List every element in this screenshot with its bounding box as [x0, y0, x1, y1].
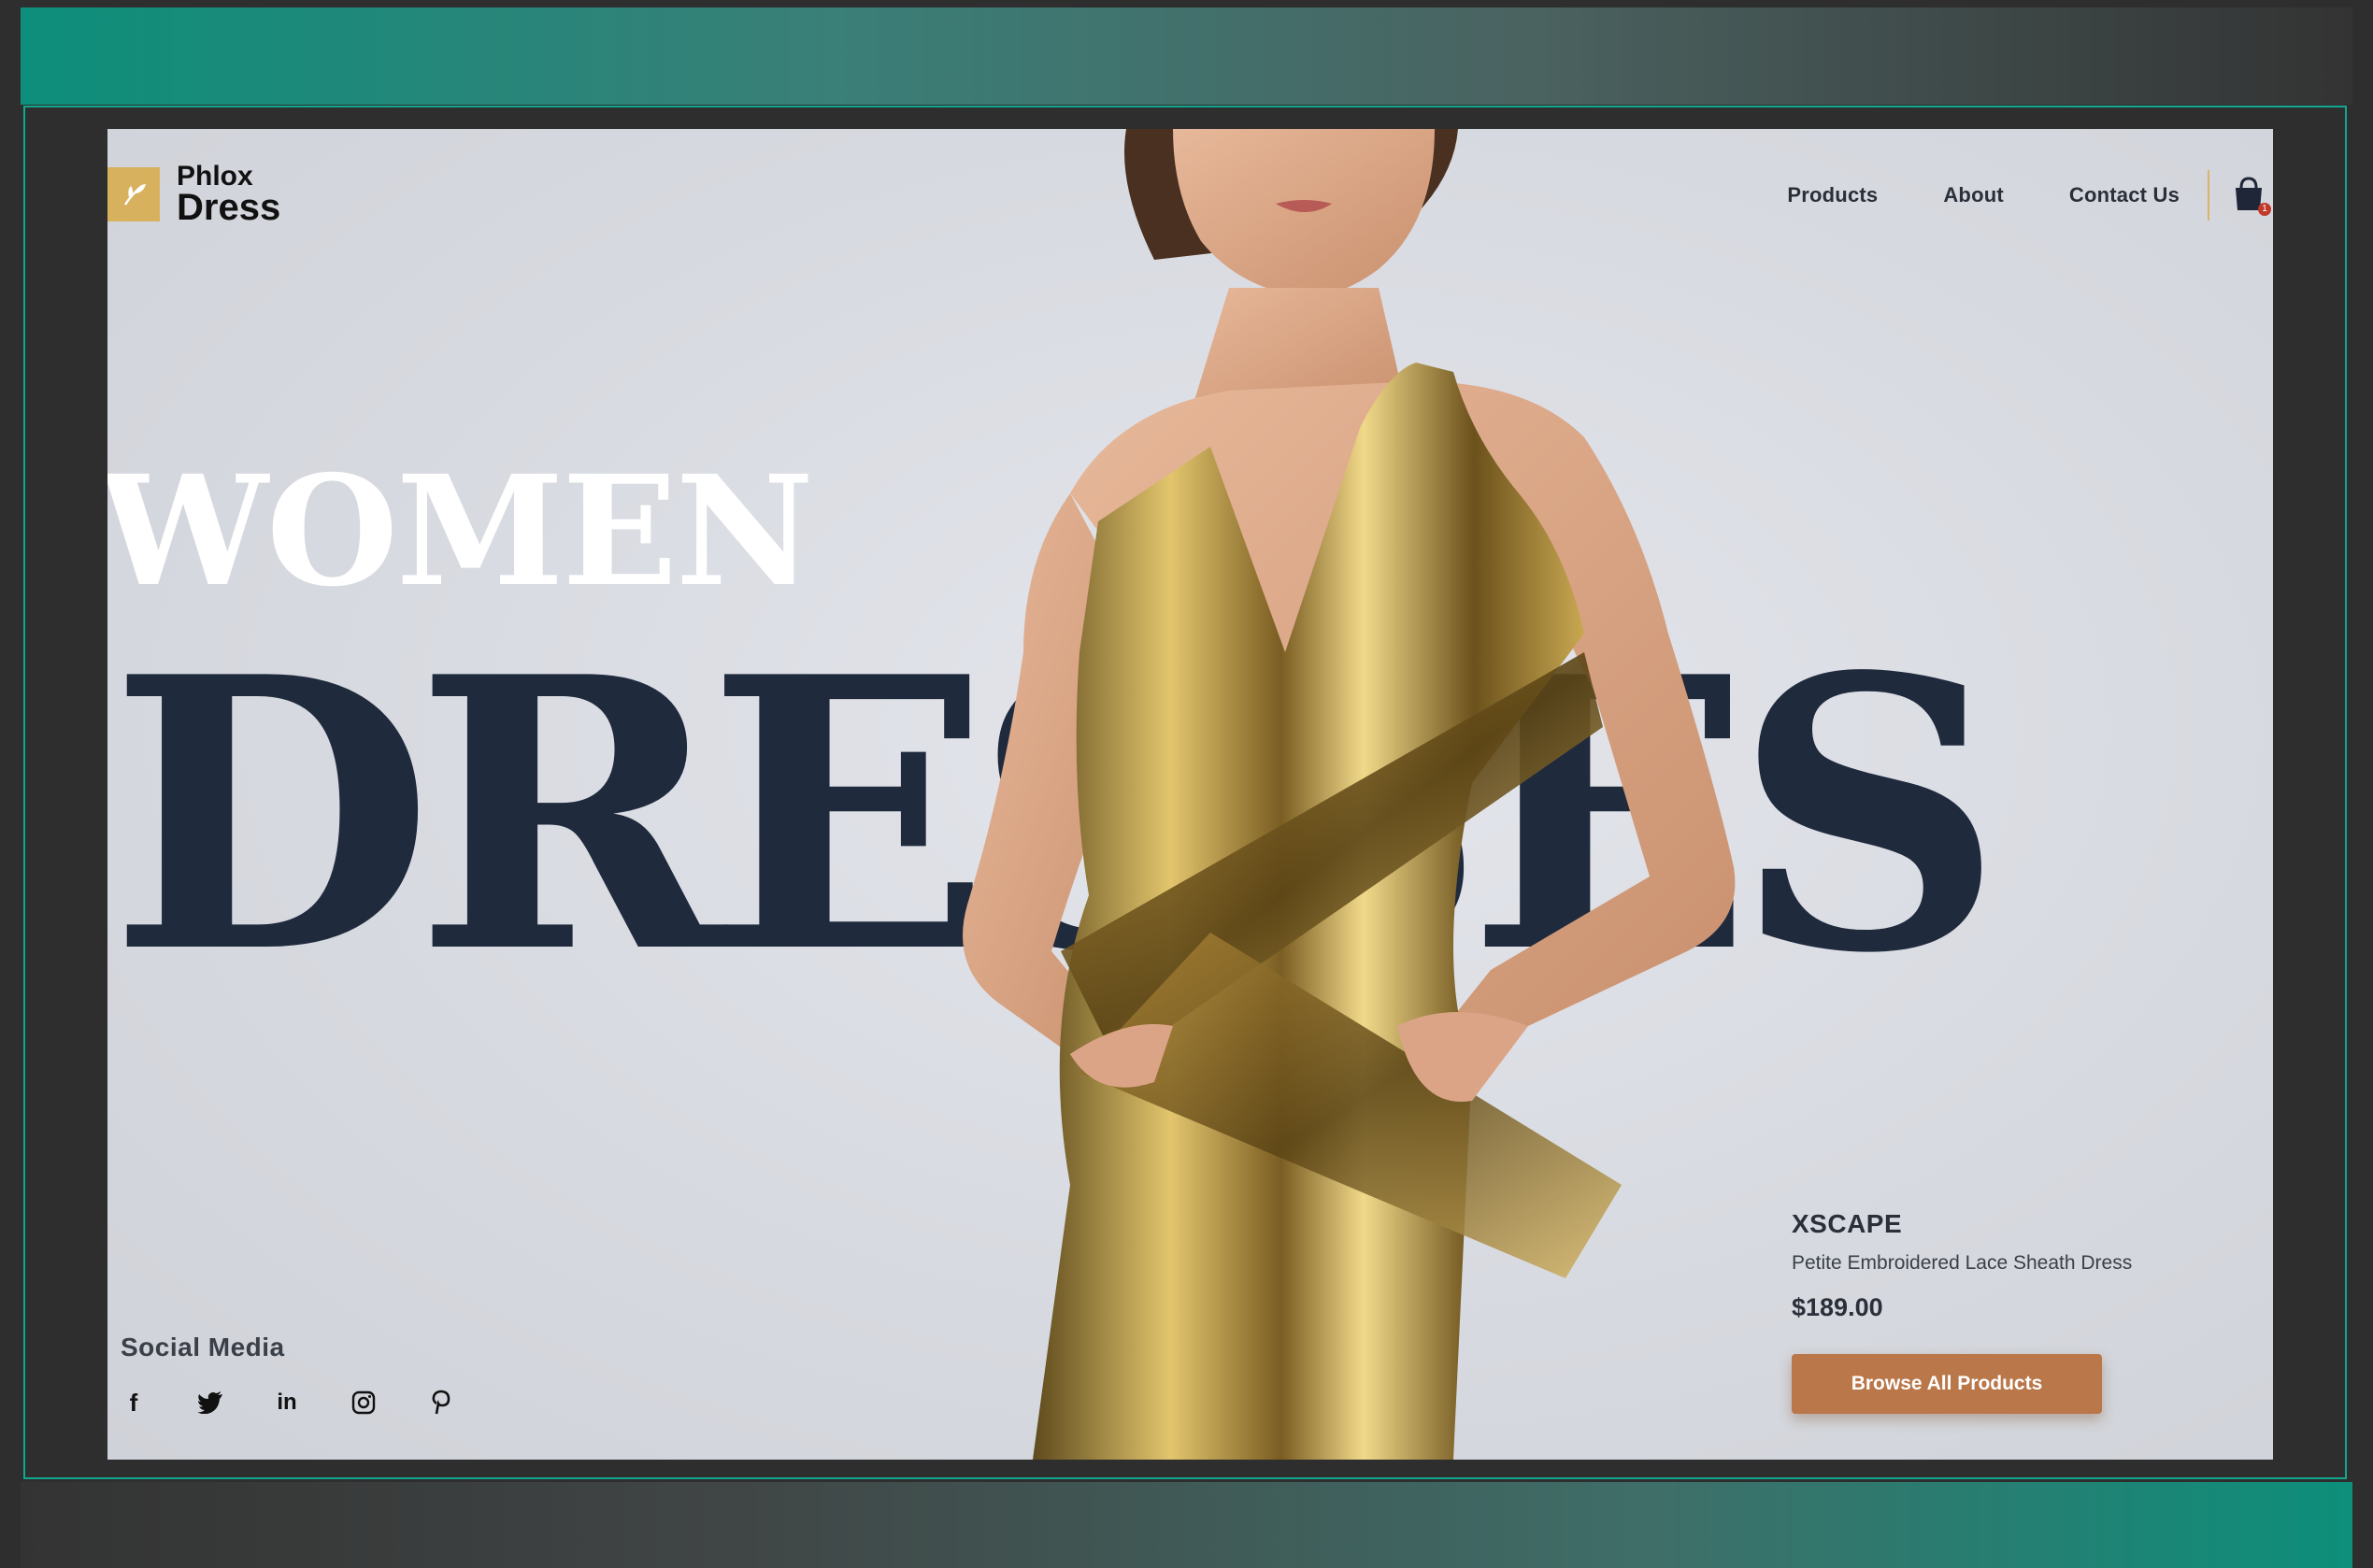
cart-button[interactable]: 1 — [2230, 175, 2271, 216]
website-hero: WOMEN DRESSES — [107, 129, 2273, 1460]
leaf-logo-icon — [107, 167, 160, 221]
logo-text-line2: Dress — [177, 187, 281, 228]
product-name: Petite Embroidered Lace Sheath Dress — [1792, 1252, 2133, 1274]
twitter-icon[interactable] — [197, 1389, 223, 1417]
product-brand: XSCAPE — [1792, 1209, 1903, 1238]
social-media-title: Social Media — [121, 1333, 285, 1361]
nav-divider — [2208, 170, 2209, 221]
browse-all-products-button[interactable]: Browse All Products — [1792, 1354, 2102, 1414]
main-nav: Products About Contact Us 1 — [1787, 170, 2273, 221]
model-photo — [963, 129, 1736, 1460]
cart-count-badge: 1 — [2258, 203, 2271, 216]
nav-link-products[interactable]: Products — [1787, 183, 1878, 207]
featured-product: XSCAPE Petite Embroidered Lace Sheath Dr… — [1792, 1209, 2132, 1414]
top-accent-band — [21, 7, 2352, 105]
pinterest-icon[interactable] — [427, 1389, 453, 1417]
product-price: $189.00 — [1792, 1293, 1883, 1321]
nav-link-about[interactable]: About — [1943, 183, 2004, 207]
linkedin-icon[interactable]: in — [274, 1389, 300, 1417]
bottom-accent-band — [21, 1482, 2352, 1568]
nav-link-contact[interactable]: Contact Us — [2069, 183, 2180, 207]
instagram-icon[interactable] — [350, 1389, 377, 1417]
facebook-icon[interactable]: f — [121, 1389, 147, 1417]
site-logo[interactable]: Phlox Dress — [107, 163, 280, 226]
social-media: Social Media f in — [121, 1333, 504, 1417]
